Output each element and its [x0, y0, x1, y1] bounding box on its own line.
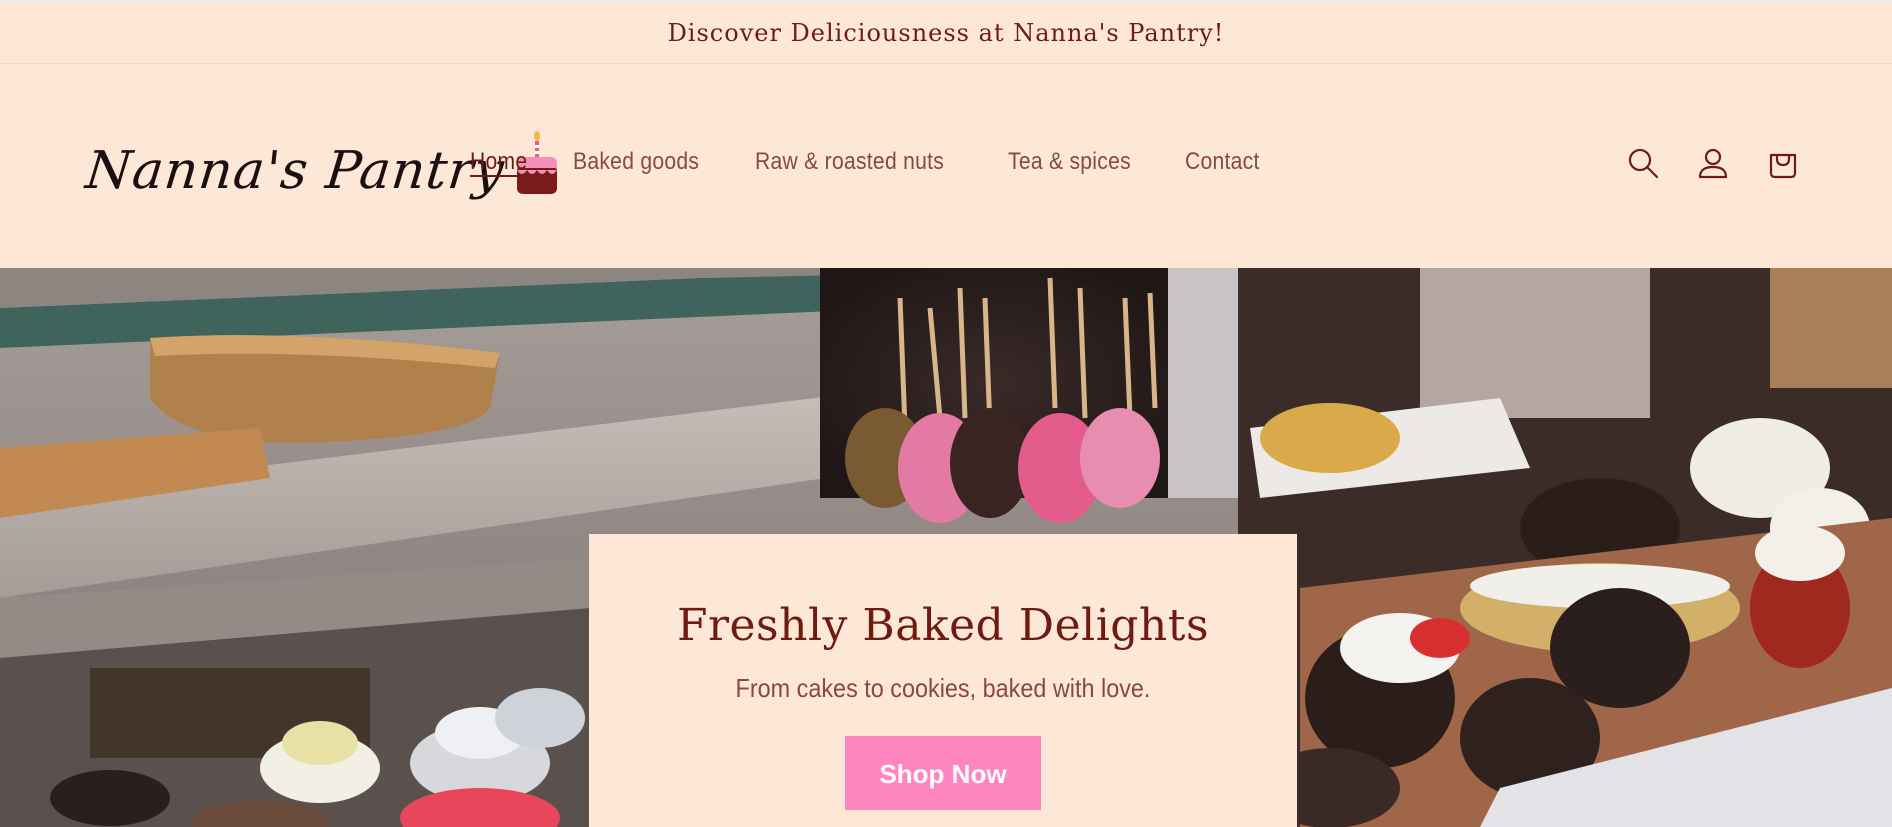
nav-item-tea-spices[interactable]: Tea & spices — [1008, 148, 1131, 176]
nav-item-baked-goods[interactable]: Baked goods — [573, 148, 699, 176]
site-header: Nanna's Pantry Home Baked goods Raw & ro… — [0, 64, 1892, 268]
cart-icon[interactable] — [1766, 146, 1800, 180]
announcement-bar: Discover Deliciousness at Nanna's Pantry… — [0, 0, 1892, 64]
hero-subtitle: From cakes to cookies, baked with love. — [735, 673, 1151, 703]
hero-card: Freshly Baked Delights From cakes to coo… — [589, 534, 1297, 827]
nav-item-contact[interactable]: Contact — [1185, 148, 1260, 176]
announcement-text: Discover Deliciousness at Nanna's Pantry… — [667, 18, 1225, 47]
nav-item-raw-roasted-nuts[interactable]: Raw & roasted nuts — [755, 148, 944, 176]
header-icons — [1626, 146, 1800, 180]
search-icon[interactable] — [1626, 146, 1660, 180]
main-nav: Home Baked goods Raw & roasted nuts Tea … — [470, 148, 1270, 176]
shop-now-button[interactable]: Shop Now — [845, 736, 1041, 810]
nav-item-home[interactable]: Home — [470, 148, 527, 176]
logo-text: Nanna's Pantry — [82, 141, 508, 201]
account-icon[interactable] — [1696, 146, 1730, 180]
hero-title: Freshly Baked Delights — [676, 600, 1210, 651]
hero-banner: Freshly Baked Delights From cakes to coo… — [0, 268, 1892, 827]
